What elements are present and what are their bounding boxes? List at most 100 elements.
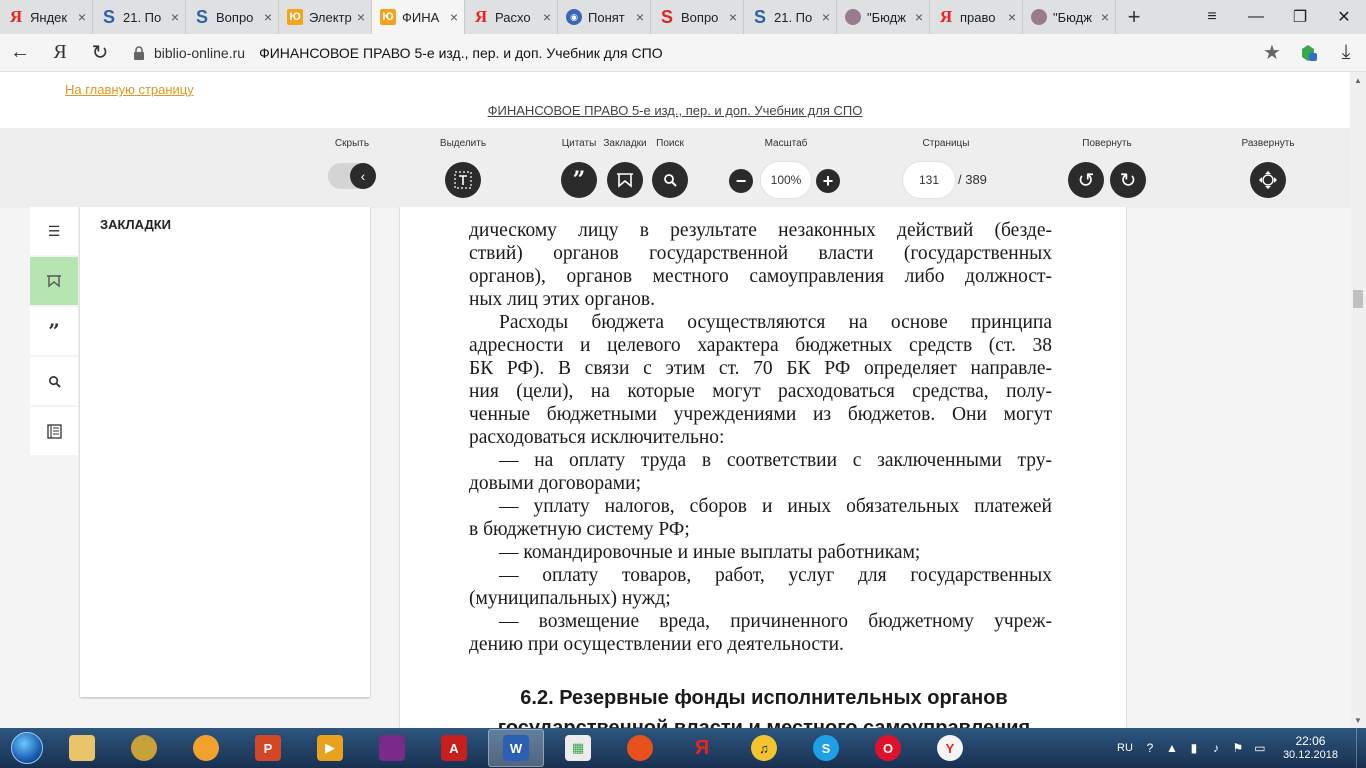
reload-icon[interactable]: ↻ [80,34,120,72]
network-icon[interactable]: ▮ [1185,741,1203,755]
close-tab-icon[interactable]: × [636,9,644,25]
text-line: — оплату товаров, работ, услуг для госуд… [499,565,1052,586]
grid-app-icon: ▦ [565,735,591,761]
bookmark-star-icon[interactable]: ★ [1254,40,1290,65]
section-heading: 6.2. Резервные фонды исполнительных орга… [400,683,1126,728]
quotes-button[interactable]: ” [561,162,597,198]
close-tab-icon[interactable]: × [357,9,365,25]
close-tab-icon[interactable]: × [1008,9,1016,25]
language-indicator[interactable]: RU [1117,742,1133,754]
text-line: довыми договорами; [469,473,641,494]
zoom-value[interactable]: 100% [760,161,812,199]
close-tab-icon[interactable]: × [915,9,923,25]
browser-tab[interactable]: S 21. По × [93,0,186,34]
yandex-logo-icon[interactable]: Я [40,34,80,72]
taskbar-app[interactable]: Y [922,729,978,767]
browser-tab[interactable]: Ю Электр × [279,0,372,34]
menu-icon[interactable]: ≡ [1190,0,1234,34]
url-page-title[interactable]: ФИНАНСОВОЕ ПРАВО 5-е изд., пер. и доп. У… [259,45,1254,61]
taskbar-app[interactable]: Я [674,729,730,767]
browser-tab-active[interactable]: Ю ФИНА × [372,0,465,34]
home-link[interactable]: На главную страницу [65,82,194,97]
explorer-icon [69,735,95,761]
taskbar-app[interactable] [364,729,420,767]
back-arrow-icon[interactable]: ← [0,34,40,72]
text-line: БК РФ). В связи с этим ст. 70 БК РФ опре… [469,358,1052,379]
taskbar-app[interactable] [54,729,110,767]
scroll-up-arrow-icon[interactable]: ▲ [1350,72,1366,88]
search-icon [664,174,677,187]
app-icon [193,735,219,761]
image-icon [1031,9,1047,25]
sidebar-item-quotes[interactable]: ” [30,307,78,355]
taskbar-app[interactable] [116,729,172,767]
browser-tab[interactable]: S Вопро × [186,0,279,34]
flag-icon[interactable]: ⚑ [1229,741,1247,755]
close-tab-icon[interactable]: × [822,9,830,25]
close-tab-icon[interactable]: × [1101,9,1109,25]
page-number-input[interactable]: 131 [902,161,956,199]
browser-tab[interactable]: "Бюдж × [837,0,930,34]
lock-icon[interactable] [132,45,146,60]
close-tab-icon[interactable]: × [264,9,272,25]
zoom-in-button[interactable]: + [816,169,840,193]
browser-tab[interactable]: S 21. По × [744,0,837,34]
rotate-right-button[interactable]: ↻ [1110,162,1146,198]
text-line: органов), органов местного самоуправлени… [469,266,1052,287]
select-text-button[interactable] [445,162,481,198]
sidebar-item-notes[interactable] [30,407,78,455]
volume-icon[interactable]: ♪ [1207,741,1225,755]
browser-tab[interactable]: ◉ Понят × [558,0,651,34]
scroll-down-arrow-icon[interactable]: ▼ [1350,712,1366,728]
page-scrollbar[interactable]: ▲ ▼ [1350,72,1366,728]
taskbar-app[interactable]: ▶ [302,729,358,767]
close-window-icon[interactable]: ✕ [1322,0,1366,34]
text-line: ния (цели), на которые могут расходовать… [469,381,1052,402]
taskbar-app[interactable]: O [860,729,916,767]
download-icon[interactable]: ⤓ [1326,41,1366,64]
yandex-icon: Я [694,736,710,759]
clock[interactable]: 22:06 30.12.2018 [1283,734,1338,762]
help-icon[interactable]: ? [1141,741,1159,755]
sidebar-item-bookmarks[interactable] [30,257,78,305]
taskbar-app[interactable]: ♫ [736,729,792,767]
taskbar-app[interactable] [612,729,668,767]
minimize-icon[interactable]: — [1234,0,1278,34]
monitor-icon[interactable]: ▭ [1251,741,1269,755]
taskbar-app[interactable]: A [426,729,482,767]
expand-button[interactable] [1250,162,1286,198]
sidebar-item-search[interactable] [30,357,78,405]
close-tab-icon[interactable]: × [171,9,179,25]
extension-icon[interactable] [1290,43,1326,63]
close-tab-icon[interactable]: × [78,9,86,25]
url-domain[interactable]: biblio-online.ru [154,45,245,61]
bookmarks-button[interactable] [607,162,643,198]
zoom-out-button[interactable]: − [729,169,753,193]
taskbar-app[interactable]: S [798,729,854,767]
close-tab-icon[interactable]: × [543,9,551,25]
word-icon: W [503,735,529,761]
book-title-link[interactable]: ФИНАНСОВОЕ ПРАВО 5-е изд., пер. и доп. У… [0,103,1350,118]
show-hidden-icon[interactable]: ▲ [1163,741,1181,755]
close-tab-icon[interactable]: × [450,9,458,25]
browser-tab[interactable]: S Вопро × [651,0,744,34]
taskbar-app[interactable]: W [488,729,544,767]
browser-tab[interactable]: "Бюдж × [1023,0,1116,34]
rotate-left-button[interactable]: ↺ [1068,162,1104,198]
hide-sidebar-toggle[interactable]: ‹ [328,163,376,189]
close-tab-icon[interactable]: × [729,9,737,25]
address-bar: ← Я ↻ biblio-online.ru ФИНАНСОВОЕ ПРАВО … [0,34,1366,72]
taskbar-app[interactable] [178,729,234,767]
show-desktop-button[interactable] [1356,728,1366,768]
sidebar-item-contents[interactable]: ☰ [30,207,78,255]
new-tab-icon[interactable]: + [1116,0,1152,34]
search-button[interactable] [652,162,688,198]
taskbar-app[interactable]: P [240,729,296,767]
maximize-icon[interactable]: ❐ [1278,0,1322,34]
browser-tab[interactable]: Я Яндек × [0,0,93,34]
scrollbar-thumb[interactable] [1353,290,1363,308]
start-button[interactable] [0,728,54,768]
taskbar-app[interactable]: ▦ [550,729,606,767]
browser-tab[interactable]: Яправо × [930,0,1023,34]
browser-tab[interactable]: Я Расхо × [465,0,558,34]
